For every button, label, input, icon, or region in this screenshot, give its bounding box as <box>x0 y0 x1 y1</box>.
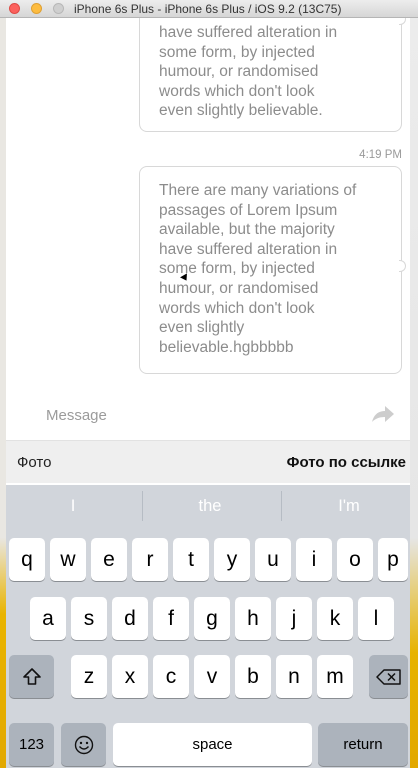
numbers-key[interactable]: 123 <box>9 723 54 766</box>
message-text: have suffered alteration in some form, b… <box>159 24 338 120</box>
key-n[interactable]: n <box>276 655 312 698</box>
message-bubble[interactable]: have suffered alteration in some form, b… <box>139 18 406 132</box>
key-z[interactable]: z <box>71 655 107 698</box>
delete-key[interactable] <box>369 655 408 698</box>
key-e[interactable]: e <box>91 538 127 581</box>
suggestion-item[interactable]: I <box>6 485 140 527</box>
key-a[interactable]: a <box>30 597 66 640</box>
message-timestamp: 4:19 PM <box>359 149 402 161</box>
close-window-button[interactable] <box>9 3 20 14</box>
message-composer <box>6 396 410 440</box>
predictive-suggestions-bar: I the I'm <box>6 485 410 527</box>
space-key[interactable]: space <box>113 723 312 766</box>
key-h[interactable]: h <box>235 597 271 640</box>
key-m[interactable]: m <box>317 655 353 698</box>
zoom-window-button[interactable] <box>53 3 64 14</box>
iphone-screen: have suffered alteration in some form, b… <box>6 18 410 768</box>
shift-key[interactable] <box>9 655 54 698</box>
bubble-tail <box>399 260 406 272</box>
key-y[interactable]: y <box>214 538 250 581</box>
message-bubble[interactable]: There are many variations of passages of… <box>139 166 406 374</box>
emoji-icon <box>74 735 93 755</box>
message-text: There are many variations of passages of… <box>159 182 357 356</box>
key-q[interactable]: q <box>9 538 45 581</box>
desktop-background-right <box>410 0 418 768</box>
suggestion-item[interactable]: the <box>143 485 277 527</box>
key-k[interactable]: k <box>317 597 353 640</box>
simulator-title-bar[interactable]: iPhone 6s Plus - iPhone 6s Plus / iOS 9.… <box>0 0 418 18</box>
key-x[interactable]: x <box>112 655 148 698</box>
key-i[interactable]: i <box>296 538 332 581</box>
key-t[interactable]: t <box>173 538 209 581</box>
ios-keyboard: I the I'm q w e r t y u i o p a s d f g … <box>6 485 410 768</box>
message-input[interactable] <box>44 406 348 425</box>
key-d[interactable]: d <box>112 597 148 640</box>
return-key[interactable]: return <box>318 723 408 766</box>
photo-button[interactable]: Фото <box>17 454 51 471</box>
window-title: iPhone 6s Plus - iPhone 6s Plus / iOS 9.… <box>74 2 342 16</box>
key-v[interactable]: v <box>194 655 230 698</box>
photo-attachment-bar: Фото Фото по ссылке <box>6 440 410 483</box>
key-p[interactable]: p <box>378 538 408 581</box>
shift-icon <box>22 668 41 685</box>
key-o[interactable]: o <box>337 538 373 581</box>
key-w[interactable]: w <box>50 538 86 581</box>
key-s[interactable]: s <box>71 597 107 640</box>
key-r[interactable]: r <box>132 538 168 581</box>
key-u[interactable]: u <box>255 538 291 581</box>
send-arrow-icon[interactable] <box>370 404 396 424</box>
suggestion-item[interactable]: I'm <box>282 485 410 527</box>
emoji-key[interactable] <box>61 723 106 766</box>
key-f[interactable]: f <box>153 597 189 640</box>
photo-by-link-button[interactable]: Фото по ссылке <box>287 454 406 471</box>
bubble-tail <box>399 18 406 25</box>
key-g[interactable]: g <box>194 597 230 640</box>
key-l[interactable]: l <box>358 597 394 640</box>
delete-icon <box>375 669 401 685</box>
minimize-window-button[interactable] <box>31 3 42 14</box>
key-c[interactable]: c <box>153 655 189 698</box>
key-b[interactable]: b <box>235 655 271 698</box>
key-j[interactable]: j <box>276 597 312 640</box>
